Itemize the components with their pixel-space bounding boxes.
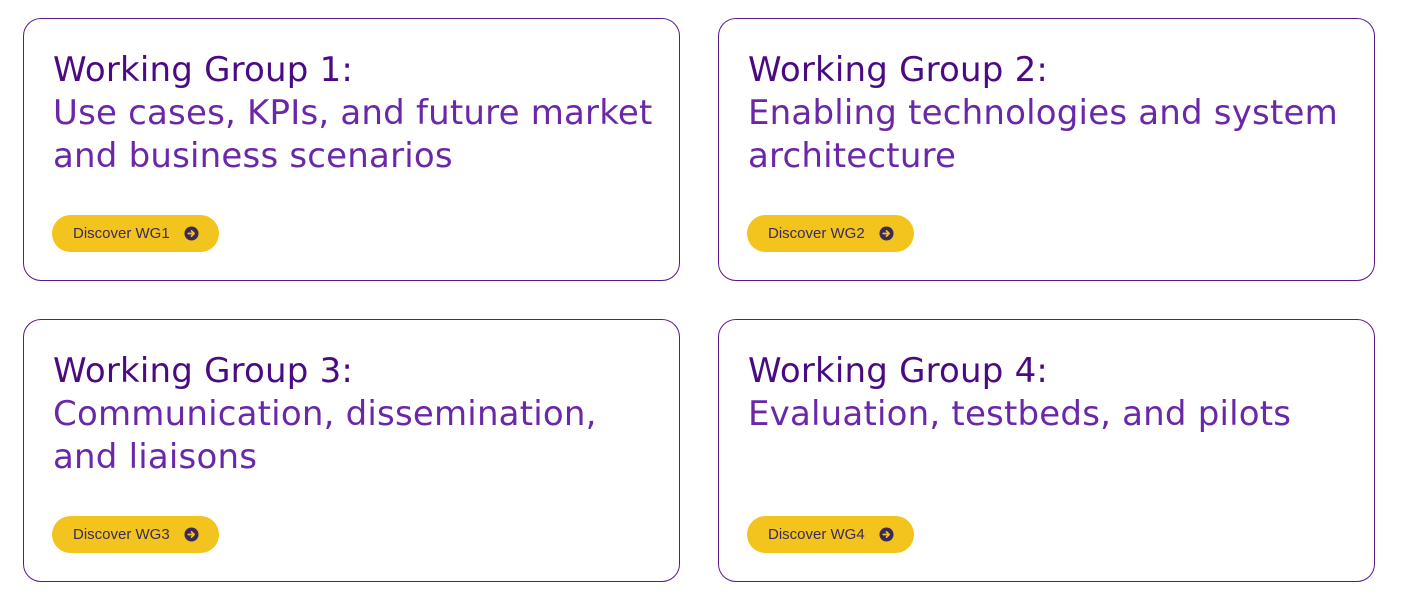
card-heading: Working Group 3: Communication, dissemin… [53, 350, 663, 479]
discover-wg2-button[interactable]: Discover WG2 [747, 215, 914, 252]
card-title: Working Group 1: [53, 50, 354, 90]
card-title: Working Group 2: [748, 50, 1049, 90]
working-group-card-4: Working Group 4: Evaluation, testbeds, a… [718, 319, 1375, 582]
arrow-circle-right-icon [184, 226, 199, 241]
working-group-card-1: Working Group 1: Use cases, KPIs, and fu… [23, 18, 680, 281]
arrow-circle-right-icon [879, 226, 894, 241]
discover-wg3-button[interactable]: Discover WG3 [52, 516, 219, 553]
working-group-card-2: Working Group 2: Enabling technologies a… [718, 18, 1375, 281]
button-label: Discover WG4 [768, 526, 865, 543]
button-label: Discover WG1 [73, 225, 170, 242]
button-label: Discover WG2 [768, 225, 865, 242]
card-subtitle: Evaluation, testbeds, and pilots [748, 394, 1292, 434]
card-subtitle: Communication, dissemination, and liaiso… [53, 394, 597, 477]
arrow-circle-right-icon [184, 527, 199, 542]
button-label: Discover WG3 [73, 526, 170, 543]
discover-wg1-button[interactable]: Discover WG1 [52, 215, 219, 252]
card-subtitle: Use cases, KPIs, and future market and b… [53, 93, 653, 176]
card-heading: Working Group 2: Enabling technologies a… [748, 49, 1358, 178]
card-title: Working Group 4: [748, 351, 1049, 391]
card-subtitle: Enabling technologies and system archite… [748, 93, 1338, 176]
card-heading: Working Group 1: Use cases, KPIs, and fu… [53, 49, 663, 178]
arrow-circle-right-icon [879, 527, 894, 542]
card-title: Working Group 3: [53, 351, 354, 391]
discover-wg4-button[interactable]: Discover WG4 [747, 516, 914, 553]
working-group-card-3: Working Group 3: Communication, dissemin… [23, 319, 680, 582]
card-heading: Working Group 4: Evaluation, testbeds, a… [748, 350, 1358, 436]
